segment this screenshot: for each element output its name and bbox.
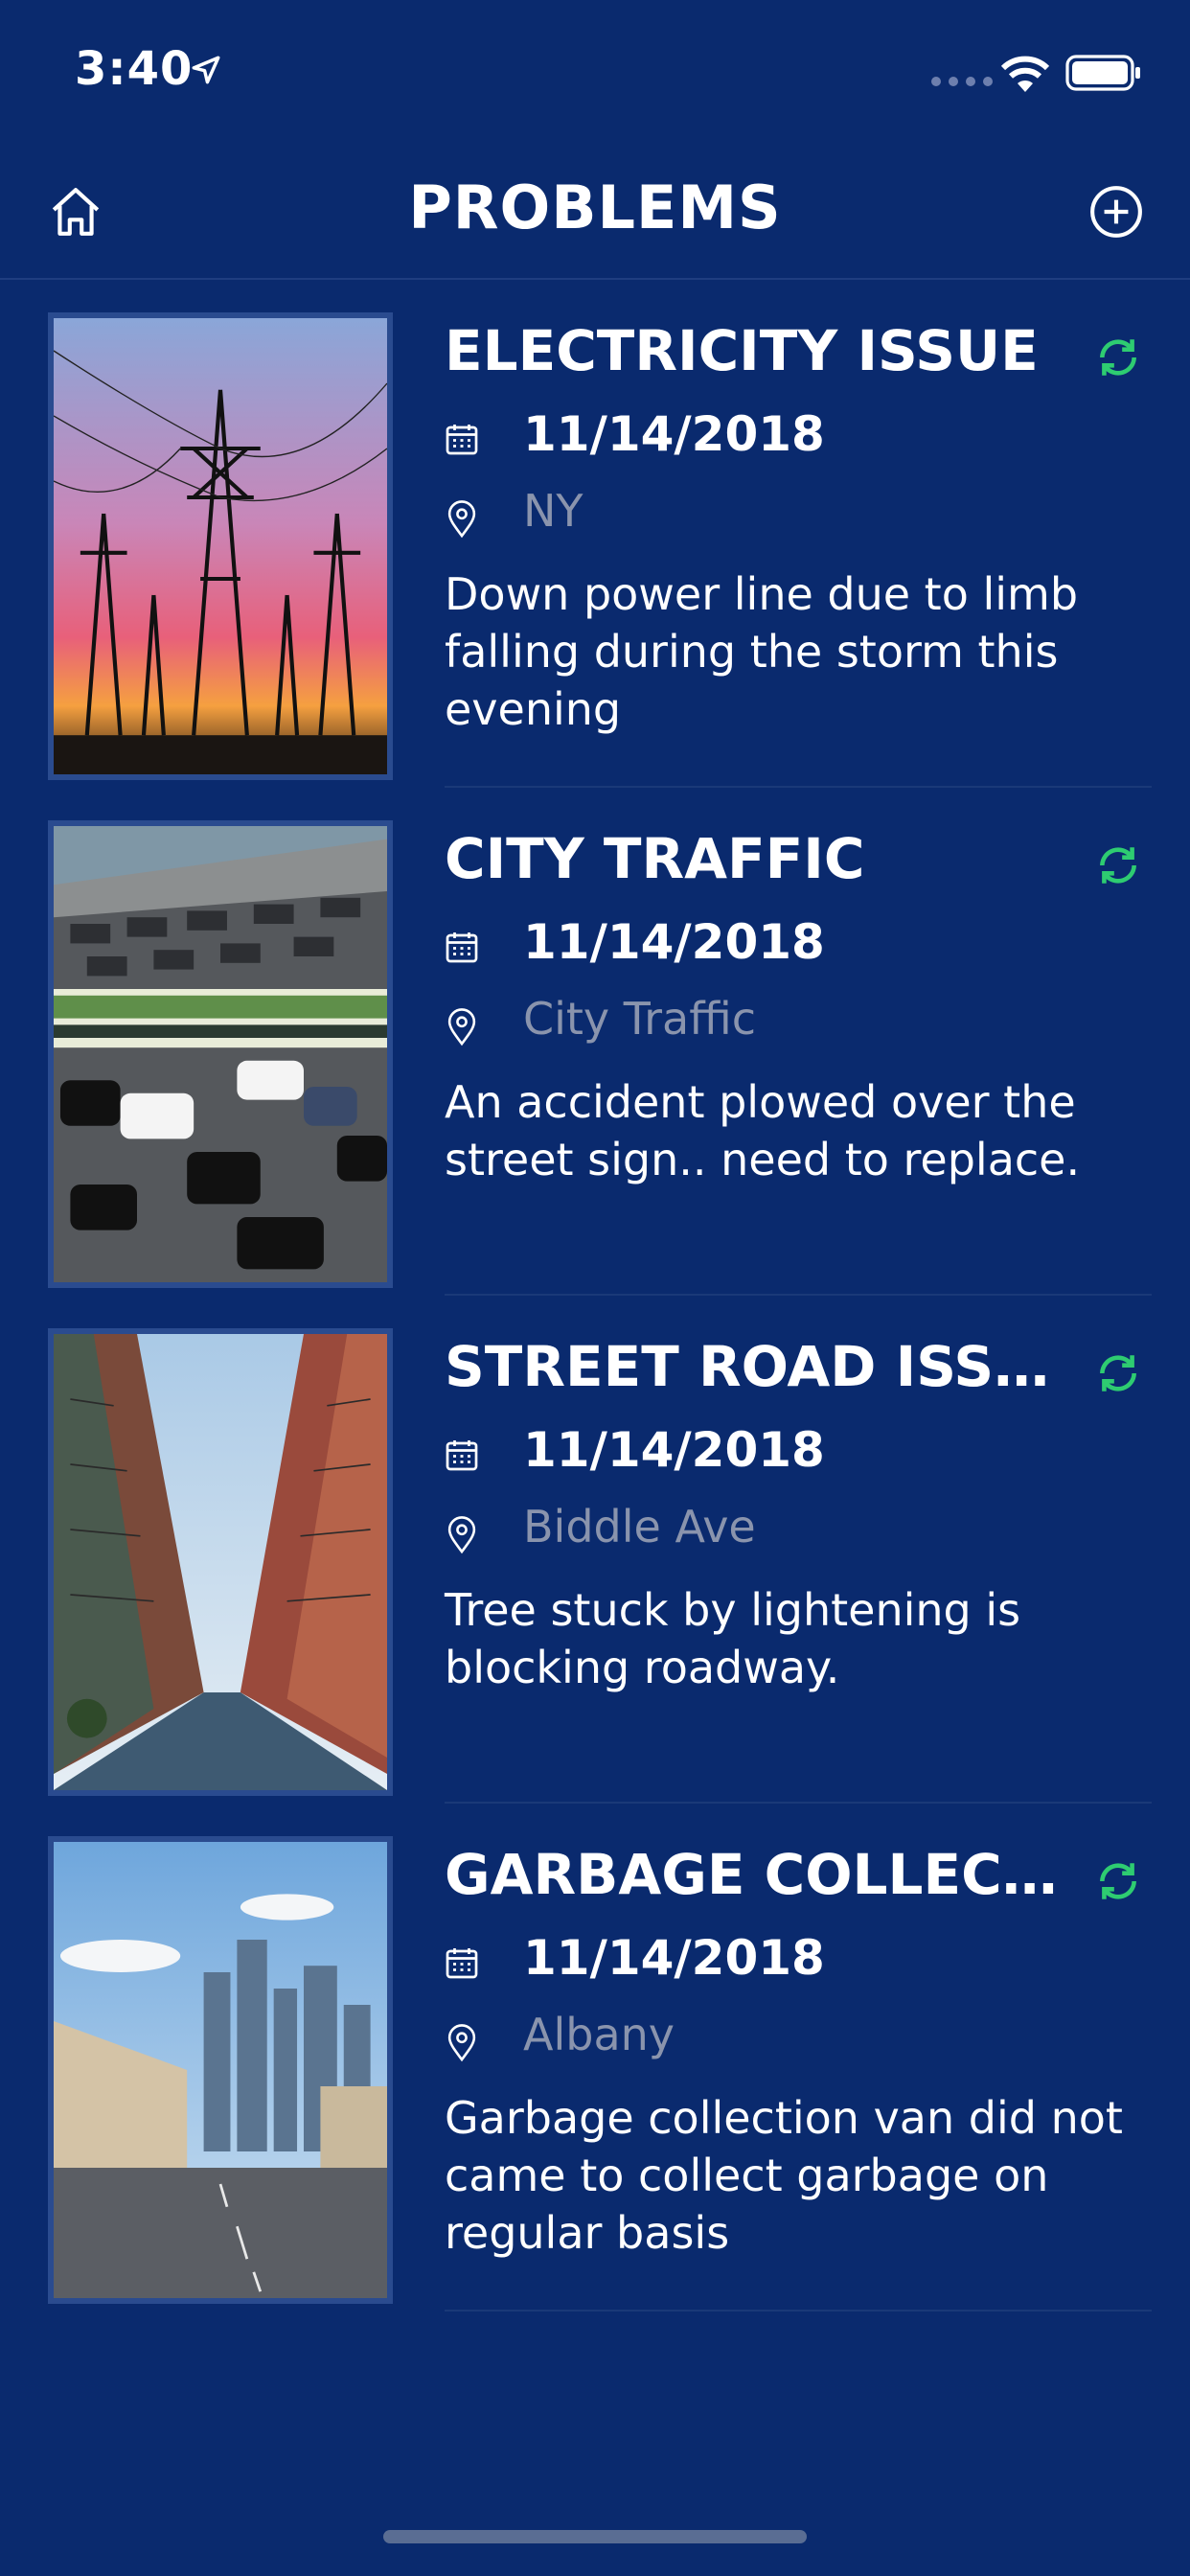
page-title: PROBLEMS xyxy=(408,172,782,242)
problem-title: STREET ROAD ISSUE xyxy=(445,1334,1058,1399)
location-pin-icon xyxy=(447,1516,476,1554)
wifi-icon xyxy=(1000,56,1050,92)
navigation-bar: PROBLEMS xyxy=(0,144,1190,280)
calendar-icon xyxy=(446,425,478,455)
problem-date: 11/14/2018 xyxy=(523,914,825,970)
problem-row[interactable]: STREET ROAD ISSUE 11/14/2018 Biddle Ave … xyxy=(0,1296,1190,1804)
problem-title: ELECTRICITY ISSUE xyxy=(445,318,1039,383)
problem-description: Down power line due to limb falling duri… xyxy=(445,568,1079,735)
battery-icon xyxy=(1065,55,1140,91)
home-indicator[interactable] xyxy=(383,2530,807,2543)
problem-description: An accident plowed over the street sign.… xyxy=(445,1076,1081,1185)
calendar-icon xyxy=(446,932,478,963)
problem-row[interactable]: GARBAGE COLLEC... 11/14/2018 Albany Garb… xyxy=(0,1804,1190,2312)
problem-location: Biddle Ave xyxy=(523,1501,756,1552)
problem-date: 11/14/2018 xyxy=(523,1930,825,1986)
location-pin-icon xyxy=(447,1008,476,1046)
status-time: 3:40 xyxy=(75,42,194,96)
problem-thumbnail xyxy=(48,820,393,1288)
problem-thumbnail xyxy=(48,1328,393,1796)
problem-location: NY xyxy=(523,485,584,537)
problem-row[interactable]: ELECTRICITY ISSUE 11/14/2018 NY Down pow… xyxy=(0,280,1190,788)
problem-description: Garbage collection van did not came to c… xyxy=(445,2092,1123,2259)
problem-title: CITY TRAFFIC xyxy=(445,826,865,891)
problem-date: 11/14/2018 xyxy=(523,406,825,462)
location-pin-icon xyxy=(447,500,476,539)
problem-thumbnail xyxy=(48,312,393,780)
calendar-icon xyxy=(446,1440,478,1471)
problem-date: 11/14/2018 xyxy=(523,1422,825,1478)
cellular-signal-icon xyxy=(931,77,993,86)
screen: 3:40 PROBLEMS ELECTRICITY ISSUE 11/14/20… xyxy=(0,0,1190,2576)
sync-icon[interactable] xyxy=(1094,334,1142,381)
calendar-icon xyxy=(446,1948,478,1979)
location-arrow-icon xyxy=(192,56,220,84)
problem-location: City Traffic xyxy=(523,993,756,1045)
problem-thumbnail xyxy=(48,1836,393,2304)
problem-location: Albany xyxy=(523,2009,675,2060)
status-bar: 3:40 xyxy=(0,0,1190,144)
row-divider xyxy=(445,2310,1152,2312)
sync-icon[interactable] xyxy=(1094,1857,1142,1905)
problems-list: ELECTRICITY ISSUE 11/14/2018 NY Down pow… xyxy=(0,280,1190,2312)
add-problem-icon[interactable] xyxy=(1088,184,1144,240)
problem-title: GARBAGE COLLEC... xyxy=(445,1842,1058,1907)
sync-icon[interactable] xyxy=(1094,841,1142,889)
problem-row[interactable]: CITY TRAFFIC 11/14/2018 City Traffic An … xyxy=(0,788,1190,1296)
sync-icon[interactable] xyxy=(1094,1349,1142,1397)
location-pin-icon xyxy=(447,2024,476,2062)
problem-description: Tree stuck by lightening is blocking roa… xyxy=(445,1584,1021,1693)
